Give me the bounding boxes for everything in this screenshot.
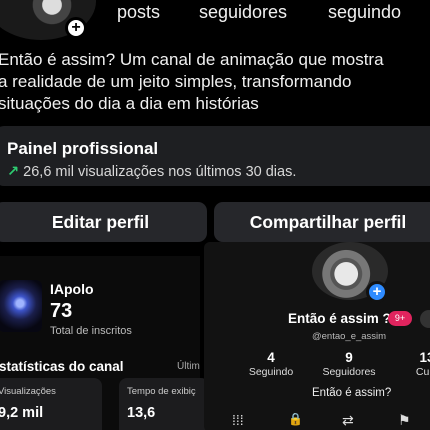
professional-dashboard-card[interactable]: Painel profissional ↗ 26,6 mil visualizaç… bbox=[0, 126, 430, 186]
metric-label: Tempo de exibiç bbox=[127, 386, 196, 397]
menu-button[interactable] bbox=[420, 310, 430, 328]
channel-stats-period: Últim bbox=[177, 361, 200, 372]
channel-avatar bbox=[0, 280, 42, 332]
metric-views-card[interactable]: Visualizações 9,2 mil bbox=[0, 378, 102, 430]
stat-value: 9 bbox=[345, 350, 353, 365]
metric-watchtime-card[interactable]: Tempo de exibiç 13,6 bbox=[119, 378, 209, 430]
youtube-studio-card[interactable]: IApolo 73 Total de inscritos Estatística… bbox=[0, 256, 209, 430]
dashboard-subtitle: ↗ 26,6 mil visualizações nos últimos 30 d… bbox=[7, 164, 430, 180]
grid-icon[interactable]: ⁞⁞⁞ bbox=[232, 412, 244, 428]
ig-display-name: Então é assim ? bbox=[288, 311, 391, 326]
stat-value: 4 bbox=[267, 350, 275, 365]
ig-tab-bar: ⁞⁞⁞ 🔒 ⇄ ⚑ bbox=[204, 412, 430, 430]
edit-profile-button[interactable]: Editar perfil bbox=[0, 202, 207, 242]
stat-posts-label[interactable]: posts bbox=[117, 2, 160, 23]
repost-icon[interactable]: ⇄ bbox=[342, 412, 354, 429]
stat-following-label[interactable]: seguindo bbox=[328, 2, 401, 23]
channel-name: IApolo bbox=[50, 281, 94, 297]
bio-line: Então é assim? Um canal de animação que … bbox=[0, 50, 384, 69]
bio-line: situações do dia a dia em histórias bbox=[0, 94, 259, 113]
instagram-profile-card[interactable]: + Então é assim ? 9+ @entao_e_assim 4 Se… bbox=[204, 242, 430, 430]
stat-label: Seguidores bbox=[322, 366, 376, 378]
subscriber-count: 73 bbox=[50, 300, 73, 322]
dashboard-views-text: 26,6 mil visualizações nos últimos 30 di… bbox=[23, 164, 297, 180]
subscriber-label: Total de inscritos bbox=[50, 325, 132, 337]
share-profile-button[interactable]: Compartilhar perfil bbox=[214, 202, 430, 242]
bookmark-icon[interactable]: ⚑ bbox=[398, 412, 411, 429]
stat-value: 13 bbox=[419, 350, 430, 365]
bio-line: a realidade de um jeito simples, transfo… bbox=[0, 72, 352, 91]
metric-value: 13,6 bbox=[127, 405, 156, 421]
channel-stats-title: Estatísticas do canal bbox=[0, 359, 124, 374]
dashboard-title: Painel profissional bbox=[7, 139, 159, 158]
stat-followers-label[interactable]: seguidores bbox=[199, 2, 287, 23]
stat-label: Seguindo bbox=[248, 366, 294, 378]
ig-handle: @entao_e_assim bbox=[312, 331, 387, 342]
ig-stat-likes[interactable]: 13 Curti bbox=[397, 350, 430, 378]
trend-up-icon: ↗ bbox=[7, 164, 20, 180]
metric-value: 9,2 mil bbox=[0, 405, 44, 421]
ig-stat-following[interactable]: 4 Seguindo bbox=[241, 350, 301, 378]
ig-bio: Então é assim? bbox=[312, 387, 392, 399]
metric-label: Visualizações bbox=[0, 386, 56, 397]
profile-bio: Então é assim? Um canal de animação que … bbox=[0, 49, 430, 115]
add-icon[interactable]: + bbox=[366, 281, 388, 303]
add-story-icon[interactable]: + bbox=[65, 17, 87, 39]
notification-badge[interactable]: 9+ bbox=[388, 311, 412, 326]
stat-label: Curti bbox=[415, 366, 430, 378]
lock-icon[interactable]: 🔒 bbox=[288, 412, 303, 426]
ig-stat-followers[interactable]: 9 Seguidores bbox=[319, 350, 379, 378]
